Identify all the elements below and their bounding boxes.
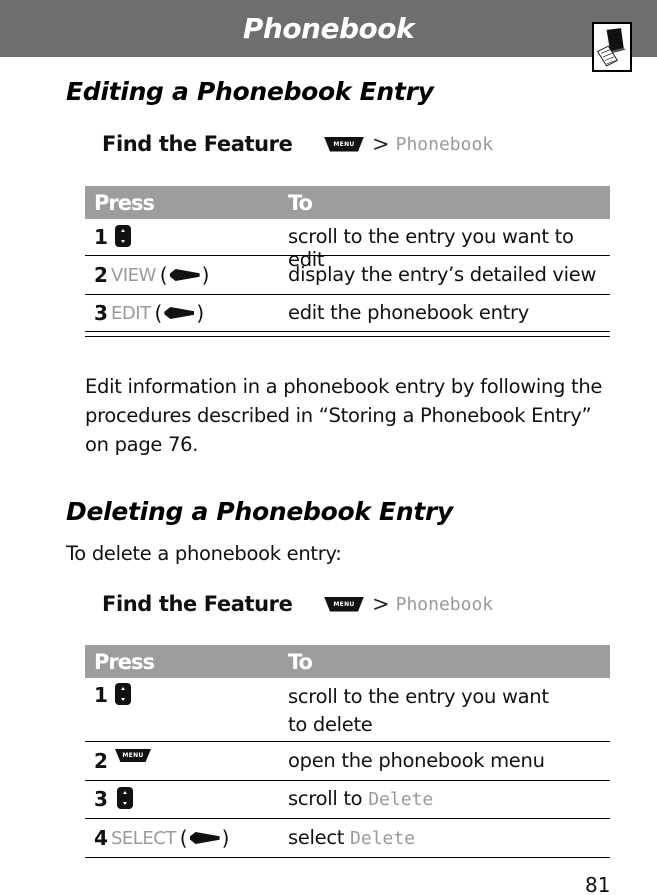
soft-key-label: VIEW — [111, 264, 156, 286]
table-header: Press To — [85, 645, 610, 678]
column-header-press: Press — [94, 649, 155, 674]
soft-key-label: EDIT — [111, 302, 151, 324]
step-number: 2 — [94, 263, 108, 287]
soft-key-icon — [189, 832, 220, 844]
nav-key-icon — [117, 787, 133, 809]
soft-key-label: SELECT — [111, 827, 176, 849]
column-header-to: To — [288, 649, 313, 674]
step-number: 3 — [94, 787, 108, 811]
path-separator: > — [372, 592, 390, 616]
find-feature-deleting: Find the Feature MENU > Phonebook — [102, 589, 493, 619]
display-text: Delete — [368, 789, 434, 810]
feature-path: Phonebook — [395, 593, 494, 615]
step-description: select Delete — [288, 826, 610, 849]
step-number: 3 — [94, 301, 108, 325]
feature-path: Phonebook — [395, 133, 494, 155]
menu-key-icon: MENU — [324, 136, 364, 152]
step-number: 4 — [94, 826, 108, 850]
table-end-rule — [85, 332, 610, 337]
menu-key-icon: MENU — [115, 749, 151, 762]
table-row: 1 scroll to the entry you want to delete — [85, 678, 610, 742]
find-feature-editing: Find the Feature MENU > Phonebook — [102, 129, 493, 159]
section-heading-deleting: Deleting a Phonebook Entry — [66, 497, 454, 526]
table-row: 2 MENU open the phonebook menu — [85, 742, 610, 781]
path-separator: > — [372, 132, 390, 156]
phone-book-icon — [592, 22, 632, 72]
nav-key-icon — [115, 683, 131, 705]
step-description: scroll to Delete — [288, 787, 610, 810]
table-row: 3 EDIT () edit the phonebook entry — [85, 295, 610, 332]
chapter-title: Phonebook — [242, 12, 415, 45]
step-description: edit the phonebook entry — [288, 301, 529, 324]
step-description: open the phonebook menu — [288, 749, 545, 772]
body-paragraph: Edit information in a phonebook entry by… — [85, 375, 603, 456]
steps-table-editing: Press To 1 scroll to the entry you want … — [85, 186, 610, 337]
step-number: 2 — [94, 749, 108, 773]
section-heading-editing: Editing a Phonebook Entry — [66, 77, 434, 106]
menu-key-icon: MENU — [324, 596, 364, 612]
table-row: 3 scroll to Delete — [85, 781, 610, 819]
display-text: Delete — [350, 828, 416, 849]
steps-table-deleting: Press To 1 scroll to the entry you want … — [85, 645, 610, 858]
step-number: 1 — [94, 683, 108, 707]
step-number: 1 — [94, 225, 108, 249]
find-feature-label: Find the Feature — [102, 132, 293, 156]
page-number: 81 — [585, 873, 611, 895]
intro-text: To delete a phonebook entry: — [66, 542, 342, 565]
table-header: Press To — [85, 186, 610, 219]
column-header-to: To — [288, 190, 313, 215]
step-description-prefix: scroll to — [288, 787, 363, 810]
soft-key-icon — [164, 307, 195, 319]
step-description: display the entry’s detailed view — [288, 263, 597, 286]
find-feature-label: Find the Feature — [102, 592, 293, 616]
column-header-press: Press — [94, 190, 155, 215]
table-row: 4 SELECT () select Delete — [85, 819, 610, 858]
soft-key-icon — [169, 269, 200, 281]
table-row: 1 scroll to the entry you want to edit — [85, 219, 610, 271]
step-description-prefix: select — [288, 826, 345, 849]
step-description: scroll to the entry you want to delete — [288, 685, 549, 736]
nav-key-icon — [115, 225, 131, 247]
